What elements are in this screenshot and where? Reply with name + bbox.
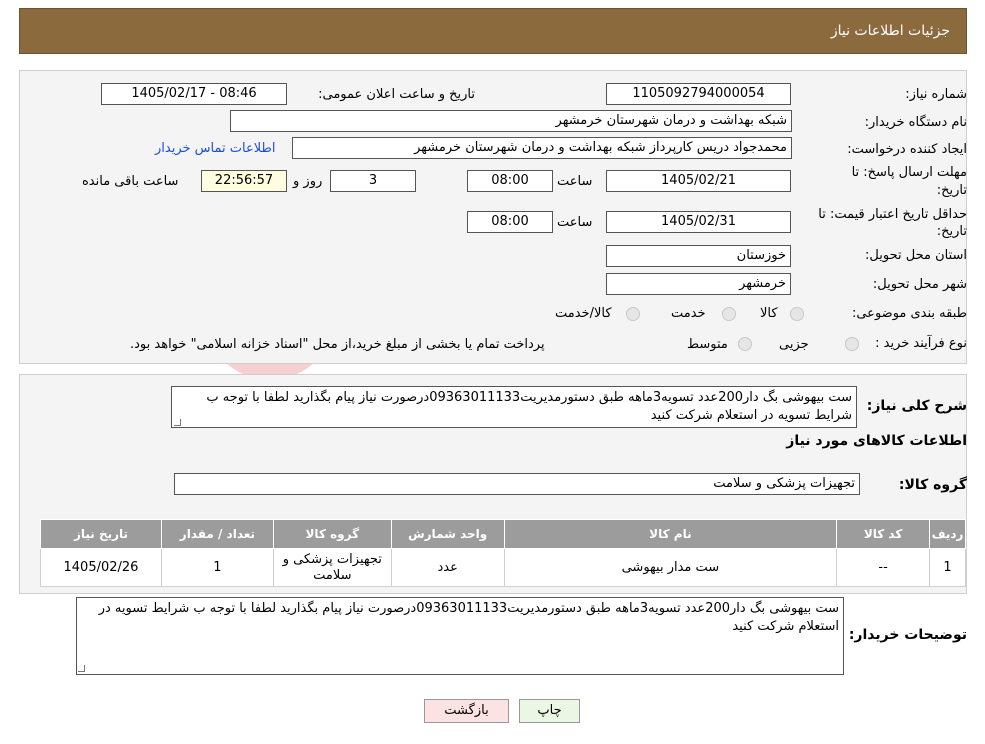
category-label: طبقه بندی موضوعی: (851, 306, 967, 321)
need-number-label: شماره نیاز: (905, 87, 967, 102)
buyer-notes-textarea: ست بیهوشی بگ دار200عدد تسویه3ماهه طبق دس… (76, 597, 844, 675)
col-name: نام کالا (503, 519, 838, 549)
col-group: گروه کالا (272, 519, 392, 549)
deadline-label: مهلت ارسال پاسخ: تا (851, 165, 967, 180)
creator-field: محمدجواد دریس کارپرداز شبکه بهداشت و درم… (292, 137, 792, 159)
radio-goods[interactable] (790, 307, 804, 321)
deadline-time-label: ساعت (557, 174, 593, 189)
city-label: شهر محل تحویل: (872, 277, 967, 292)
radio-minor-label: جزیی (779, 337, 809, 352)
validity-label: حداقل تاریخ اعتبار قیمت: تا (818, 207, 967, 222)
print-button[interactable]: چاپ (519, 699, 580, 723)
radio-goods-service[interactable] (626, 307, 640, 321)
resize-handle-icon[interactable] (174, 419, 181, 426)
col-unit: واحد شمارش (390, 519, 505, 549)
goods-group-field: تجهیزات پزشکی و سلامت (174, 473, 860, 495)
province-field: خوزستان (606, 245, 791, 267)
days-label: روز و (293, 174, 323, 189)
table-row: 1 -- ست مدار بیهوشی عدد تجهیزات پزشکی و … (40, 548, 966, 587)
goods-table: ردیف کد کالا نام کالا واحد شمارش گروه کا… (40, 519, 966, 587)
remaining-label: ساعت باقی مانده (82, 174, 179, 189)
validity-time-field: 08:00 (467, 211, 553, 233)
cell-quantity: 1 (160, 548, 274, 587)
buyer-org-label: نام دستگاه خریدار: (864, 115, 967, 130)
cell-group: تجهیزات پزشکی و سلامت (272, 548, 392, 587)
province-label: استان محل تحویل: (865, 248, 967, 263)
radio-medium[interactable] (738, 337, 752, 351)
page-header: جزئیات اطلاعات نیاز (19, 8, 967, 54)
radio-service-label: خدمت (671, 306, 706, 321)
buyer-notes-label: توضیحات خریدار: (848, 627, 967, 643)
description-text: ست بیهوشی بگ دار200عدد تسویه3ماهه طبق دس… (206, 390, 852, 423)
cell-row: 1 (929, 548, 966, 587)
deadline-label-2: تاریخ: (936, 183, 967, 198)
radio-minor[interactable] (845, 337, 859, 351)
cell-unit: عدد (390, 548, 505, 587)
process-note: پرداخت تمام یا بخشی از مبلغ خرید،از محل … (130, 337, 545, 352)
col-quantity: تعداد / مقدار (160, 519, 274, 549)
description-label: شرح کلی نیاز: (866, 398, 967, 414)
validity-time-label: ساعت (557, 215, 593, 230)
need-number-field: 1105092794000054 (606, 83, 791, 105)
goods-group-label: گروه کالا: (898, 477, 967, 493)
table-header-row: ردیف کد کالا نام کالا واحد شمارش گروه کا… (40, 519, 966, 549)
cell-name: ست مدار بیهوشی (503, 548, 838, 587)
deadline-time-field: 08:00 (467, 170, 553, 192)
creator-label: ایجاد کننده درخواست: (847, 142, 967, 157)
page-title: جزئیات اطلاعات نیاز (830, 23, 950, 39)
radio-service[interactable] (722, 307, 736, 321)
description-textarea: ست بیهوشی بگ دار200عدد تسویه3ماهه طبق دس… (171, 386, 857, 428)
back-button[interactable]: بازگشت (424, 699, 509, 723)
radio-goods-label: کالا (760, 306, 778, 321)
validity-date-field: 1405/02/31 (606, 211, 791, 233)
goods-section-title: اطلاعات کالاهای مورد نیاز (786, 433, 967, 449)
buyer-contact-link[interactable]: اطلاعات تماس خریدار (155, 141, 275, 156)
col-row: ردیف (929, 519, 966, 549)
city-field: خرمشهر (606, 273, 791, 295)
validity-label-2: تاریخ: (936, 224, 967, 239)
announce-label: تاریخ و ساعت اعلان عمومی: (318, 87, 475, 102)
announce-field: 1405/02/17 - 08:46 (101, 83, 287, 105)
cell-date: 1405/02/26 (40, 548, 162, 587)
deadline-date-field: 1405/02/21 (606, 170, 791, 192)
radio-goods-service-label: کالا/خدمت (555, 306, 612, 321)
days-remaining-field: 3 (330, 170, 416, 192)
buyer-org-field: شبکه بهداشت و درمان شهرستان خرمشهر (230, 110, 792, 132)
buyer-notes-text: ست بیهوشی بگ دار200عدد تسویه3ماهه طبق دس… (98, 601, 839, 634)
col-date: تاریخ نیاز (40, 519, 162, 549)
resize-handle-icon[interactable] (78, 665, 85, 672)
radio-medium-label: متوسط (687, 337, 728, 352)
remaining-time-field: 22:56:57 (201, 170, 287, 192)
process-label: نوع فرآیند خرید : (875, 336, 967, 351)
col-code: کد کالا (836, 519, 931, 549)
cell-code: -- (836, 548, 931, 587)
